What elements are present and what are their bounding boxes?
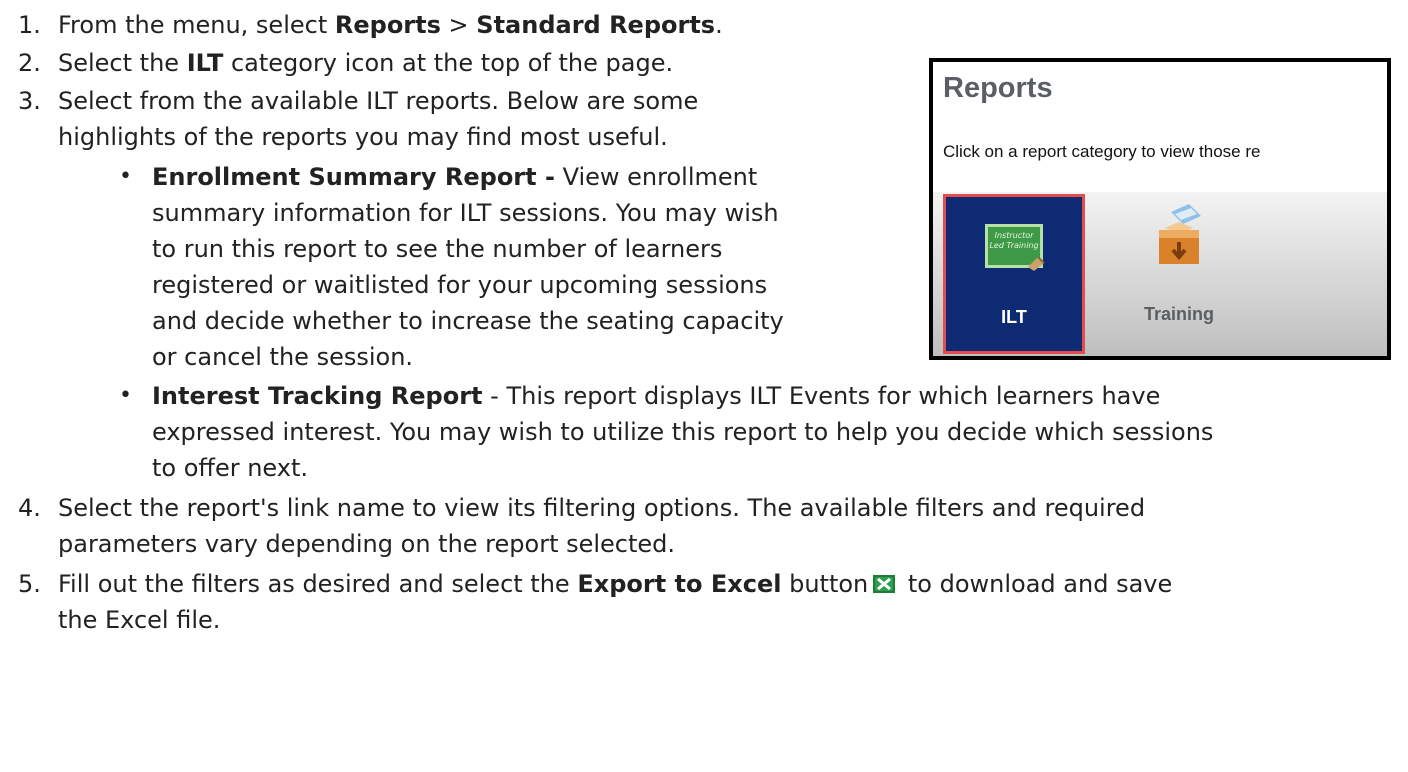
bullet-marker: • <box>119 383 132 408</box>
step-5-text-after: button <box>781 570 869 598</box>
step-3-line-1: Select from the available ILT reports. B… <box>58 87 699 115</box>
export-to-excel-label: Export to Excel <box>577 570 782 598</box>
step-3-number: 3. <box>18 87 41 115</box>
step-4-line-1: Select the report's link name to view it… <box>58 494 1146 522</box>
ilt-tile-label: ILT <box>1001 307 1027 327</box>
step-5-line-1: Fill out the filters as desired and sele… <box>58 567 1172 601</box>
step-1-text-before: From the menu, select <box>58 11 335 39</box>
step-5-line-2: the Excel file. <box>58 606 221 634</box>
step-5-number: 5. <box>18 570 41 598</box>
enrollment-summary-line-4: registered or waitlisted for your upcomi… <box>152 271 768 299</box>
step-4-number: 4. <box>18 494 41 522</box>
step-5-text-before: Fill out the filters as desired and sele… <box>58 570 578 598</box>
bullet-marker: • <box>119 164 132 189</box>
chalk-eraser-icon <box>1028 256 1045 271</box>
training-tile-label: Training <box>1143 304 1214 324</box>
step-2-text: Select the ILT category icon at the top … <box>58 46 673 80</box>
enrollment-summary-line-6: or cancel the session. <box>152 343 414 371</box>
step-2-text-after: category icon at the top of the page. <box>223 49 674 77</box>
enrollment-summary-line-1: Enrollment Summary Report - View enrollm… <box>152 160 757 194</box>
reports-menu-label: Reports <box>334 11 441 39</box>
interest-tracking-line-3: to offer next. <box>152 454 308 482</box>
reports-screenshot: Reports Click on a report category to vi… <box>929 58 1391 360</box>
enrollment-summary-line-5: and decide whether to increase the seati… <box>152 307 784 335</box>
menu-separator: > <box>440 11 477 39</box>
step-4-line-2: parameters vary depending on the report … <box>58 530 676 558</box>
training-category-tile[interactable]: Training <box>1089 194 1269 354</box>
interest-tracking-report-name: Interest Tracking Report <box>152 382 483 410</box>
interest-tracking-line-2: expressed interest. You may wish to util… <box>152 418 1214 446</box>
step-1-number: 1. <box>18 11 41 39</box>
enrollment-summary-report-name: Enrollment Summary Report - <box>152 163 555 191</box>
chalkboard-text: Instructor Led Training <box>989 231 1039 250</box>
training-box-icon <box>1159 204 1201 264</box>
step-1-text: From the menu, select Reports > Standard… <box>58 8 723 42</box>
step-1-end: . <box>715 11 723 39</box>
step-3-line-2: highlights of the reports you may find m… <box>58 123 668 151</box>
standard-reports-label: Standard Reports <box>476 11 716 39</box>
ilt-label: ILT <box>186 49 224 77</box>
enrollment-summary-desc: View enrollment <box>554 163 758 191</box>
ilt-category-tile[interactable]: Instructor Led Training ILT <box>943 194 1085 354</box>
reports-page-title: Reports <box>943 72 1053 104</box>
enrollment-summary-line-3: to run this report to see the number of … <box>152 235 723 263</box>
step-2-text-before: Select the <box>58 49 187 77</box>
excel-icon <box>872 569 896 593</box>
step-2-number: 2. <box>18 49 41 77</box>
interest-tracking-line-1: Interest Tracking Report - This report d… <box>152 379 1160 413</box>
interest-tracking-desc: - This report displays ILT Events for wh… <box>482 382 1161 410</box>
reports-instruction-text: Click on a report category to view those… <box>943 142 1261 161</box>
step-5-text-after-icon: to download and save <box>900 570 1173 598</box>
enrollment-summary-line-2: summary information for ILT sessions. Yo… <box>152 199 779 227</box>
